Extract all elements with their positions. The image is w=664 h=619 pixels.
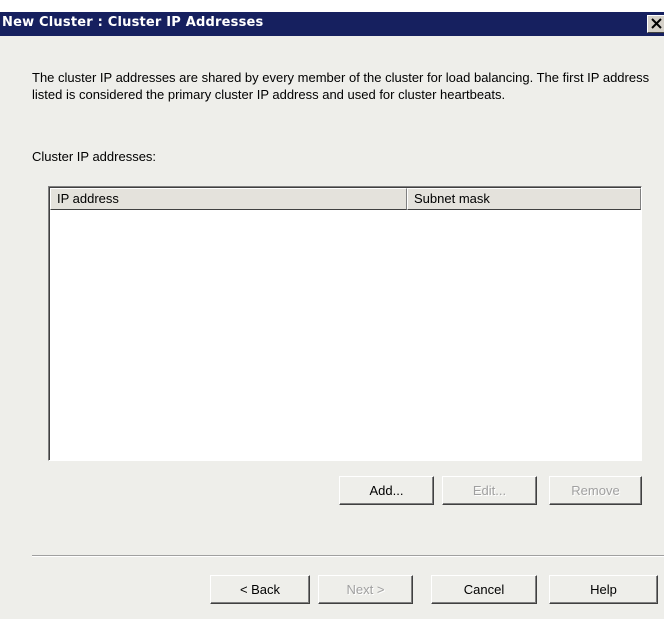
next-button[interactable]: Next > (318, 575, 413, 604)
help-button[interactable]: Help (549, 575, 658, 604)
column-header-ip-address[interactable]: IP address (50, 188, 407, 210)
column-header-subnet-mask[interactable]: Subnet mask (407, 188, 641, 210)
footer-separator (32, 555, 664, 557)
window-title: New Cluster : Cluster IP Addresses (2, 15, 264, 30)
close-button[interactable] (647, 15, 664, 33)
remove-button[interactable]: Remove (549, 476, 642, 505)
cancel-button[interactable]: Cancel (431, 575, 537, 604)
dialog-window: New Cluster : Cluster IP Addresses The c… (0, 0, 664, 619)
cluster-ip-list[interactable]: IP address Subnet mask (48, 186, 642, 461)
back-button[interactable]: < Back (210, 575, 310, 604)
title-bar[interactable]: New Cluster : Cluster IP Addresses (0, 12, 664, 36)
edit-button[interactable]: Edit... (442, 476, 537, 505)
add-button[interactable]: Add... (339, 476, 434, 505)
close-icon (651, 18, 662, 29)
top-strip (0, 0, 664, 12)
description-text: The cluster IP addresses are shared by e… (32, 70, 650, 102)
list-header: IP address Subnet mask (50, 188, 641, 210)
cluster-ip-list-label: Cluster IP addresses: (32, 149, 157, 164)
